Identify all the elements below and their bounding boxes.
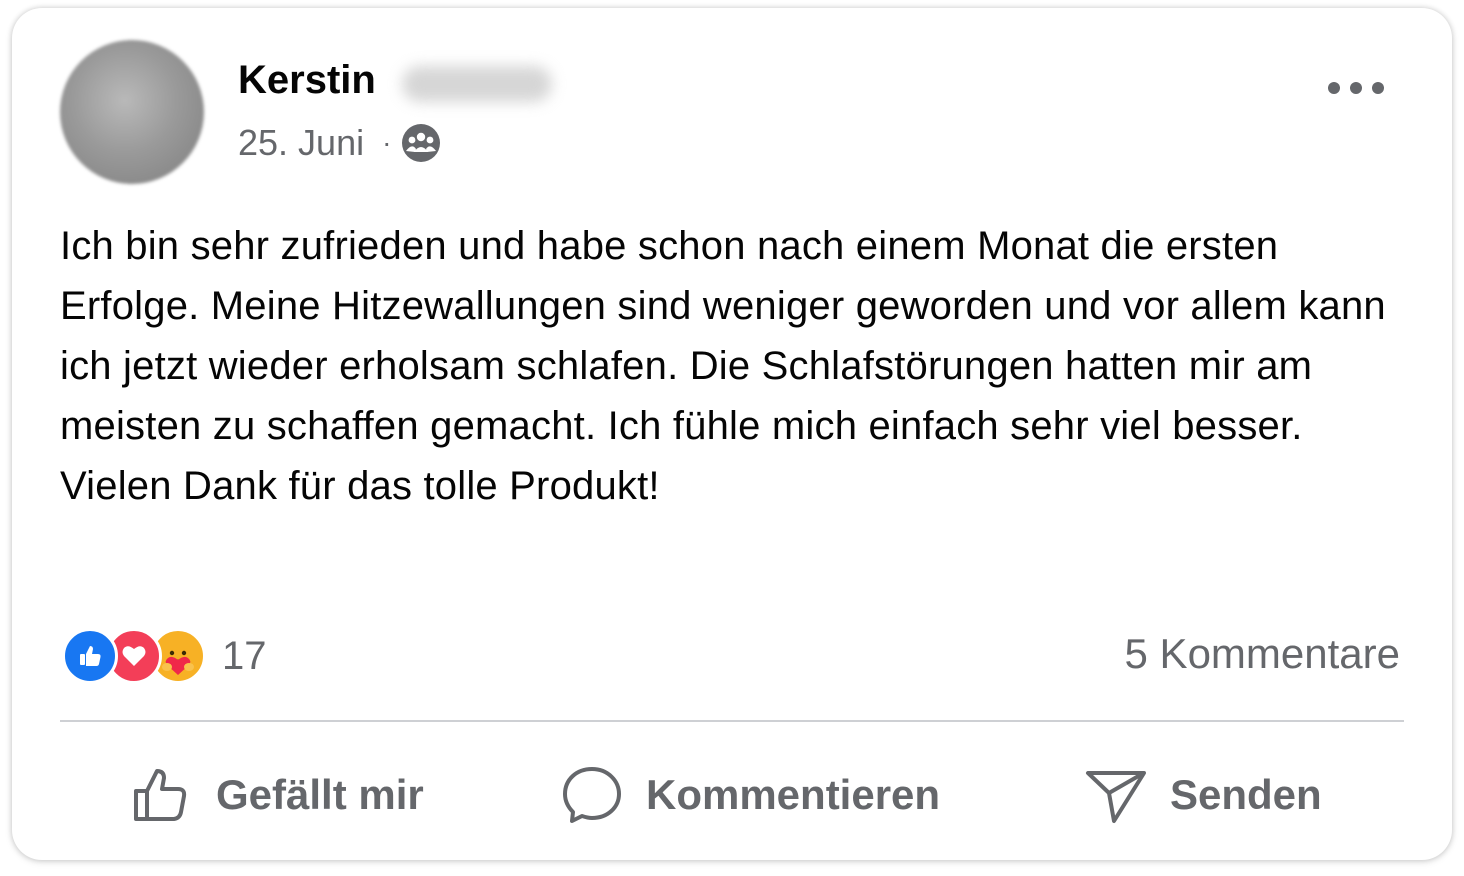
avatar[interactable] <box>60 40 204 184</box>
comments-count-link[interactable]: 5 Kommentare <box>1125 630 1400 678</box>
post-date[interactable]: 25. Juni <box>238 122 364 164</box>
author-surname-blurred <box>402 66 552 102</box>
post-meta: 25. Juni · <box>238 120 441 166</box>
like-reaction-icon <box>62 628 118 684</box>
more-options-icon[interactable] <box>1328 78 1384 98</box>
post-text: Ich bin sehr zufrieden und habe schon na… <box>60 224 1386 508</box>
divider <box>60 720 1404 722</box>
send-label: Senden <box>1170 771 1322 818</box>
meta-separator: · <box>382 127 392 158</box>
send-arrow-icon <box>1086 771 1146 823</box>
comment-label: Kommentieren <box>646 771 941 818</box>
post-card: Kerstin 25. Juni · Ich bin sehr zufriede… <box>12 8 1452 860</box>
like-button[interactable]: Gefällt mir <box>130 760 424 830</box>
comment-button[interactable]: Kommentieren <box>560 760 940 830</box>
group-audience-icon[interactable] <box>401 123 441 163</box>
like-label: Gefällt mir <box>216 771 424 818</box>
thumbs-up-icon <box>134 769 187 821</box>
reaction-count: 17 <box>222 633 267 678</box>
send-button[interactable]: Senden <box>1084 760 1322 830</box>
reaction-summary[interactable]: 17 <box>62 626 267 686</box>
author-name[interactable]: Kerstin <box>238 58 376 103</box>
comment-bubble-icon <box>563 767 621 823</box>
